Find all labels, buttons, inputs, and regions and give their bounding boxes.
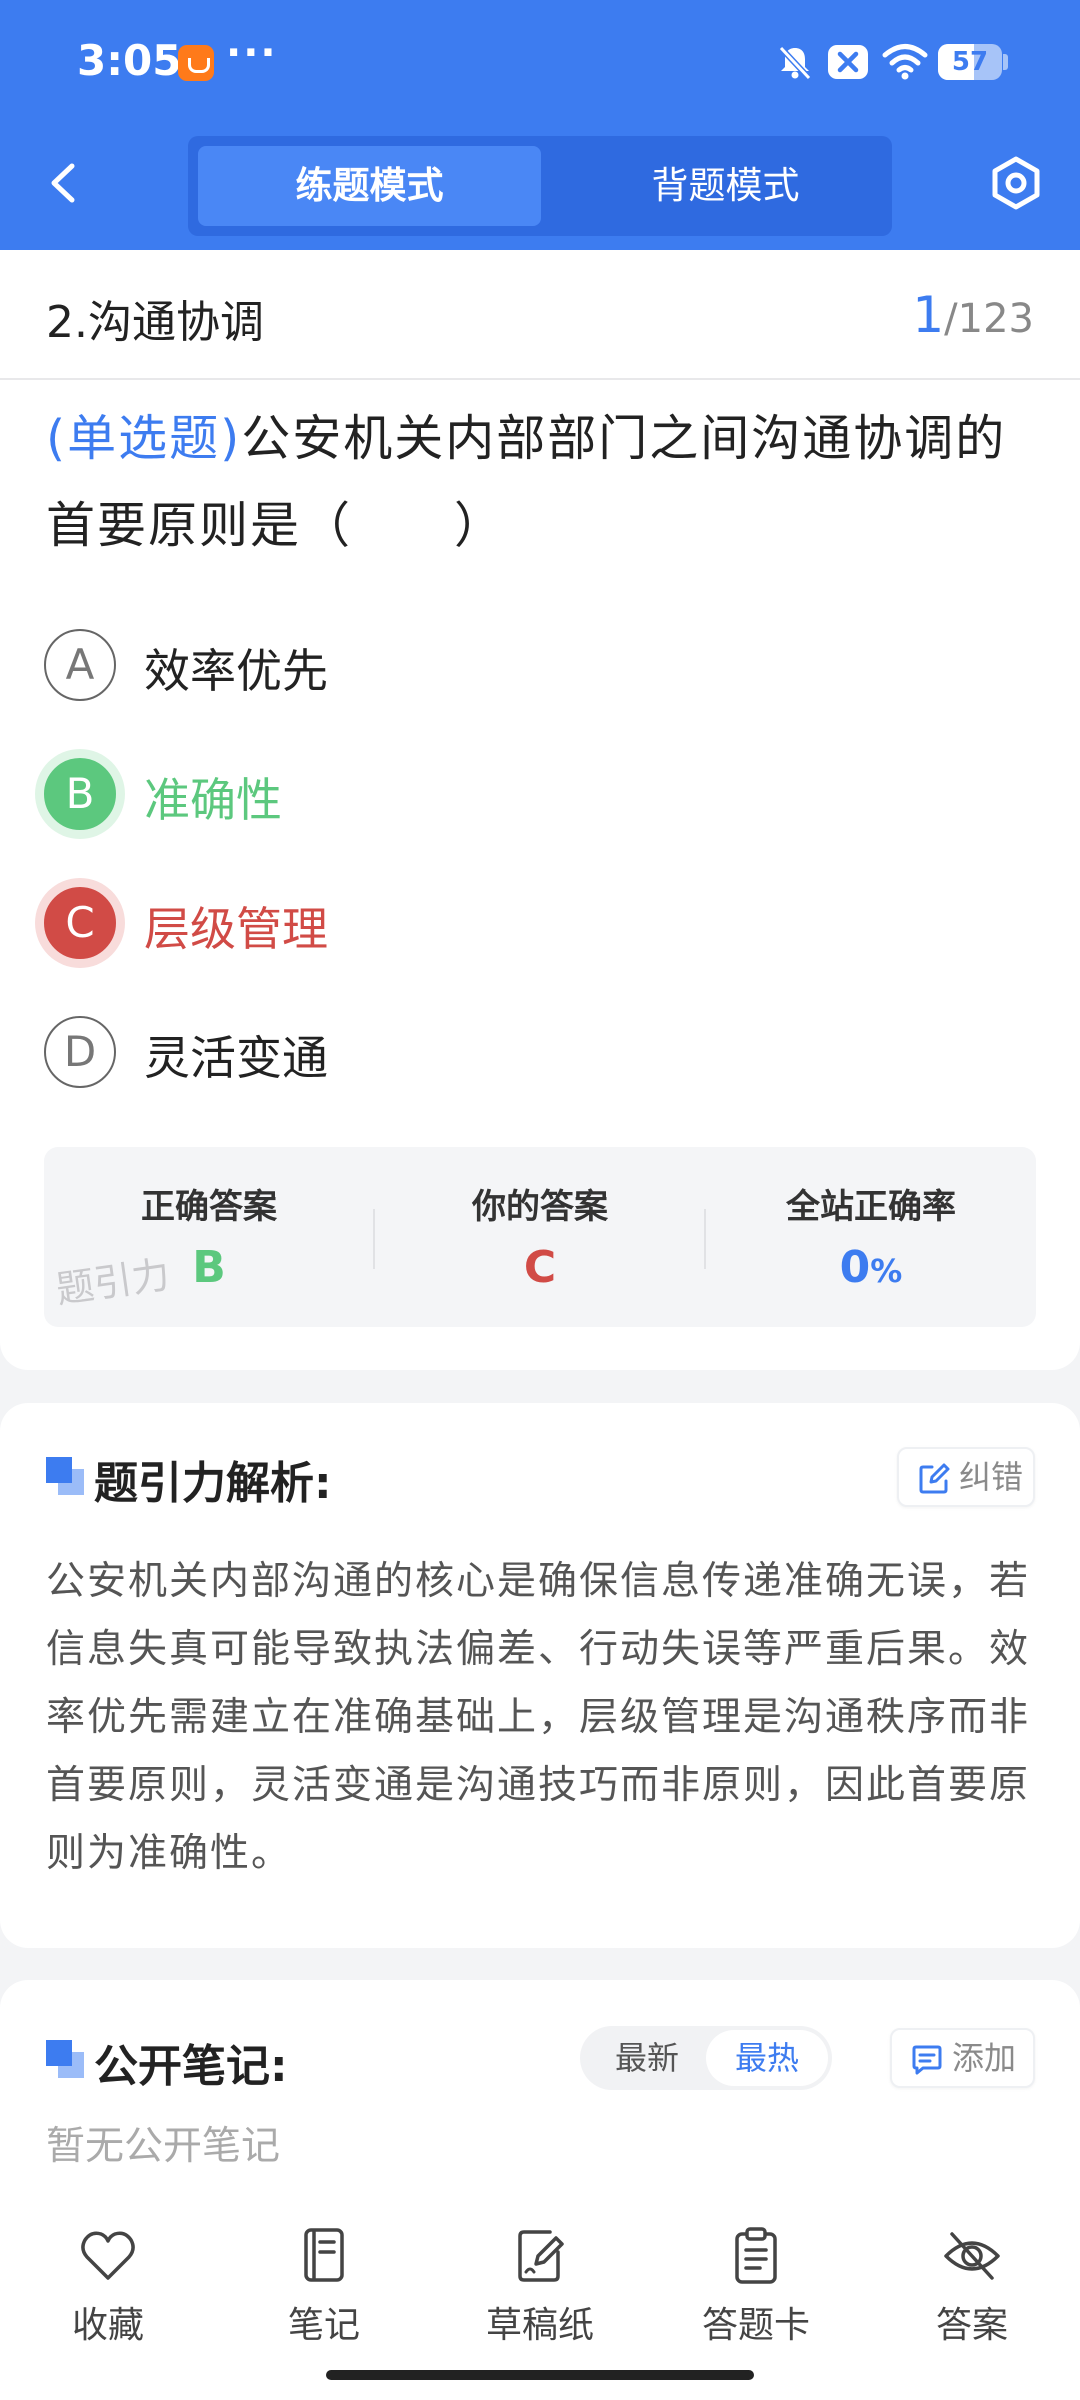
notes-sort-switch: 最新 最热 [580, 2026, 832, 2090]
mute-bell-icon [778, 45, 812, 81]
add-note-button[interactable]: 添加 [890, 2028, 1035, 2088]
option-c-letter: C [44, 887, 116, 959]
settings-icon[interactable] [988, 155, 1044, 211]
favorite-label: 收藏 [71, 2305, 144, 2346]
sort-latest-option[interactable]: 最新 [586, 2026, 708, 2090]
battery-icon: 57 [938, 44, 1002, 80]
battery-tip [1003, 54, 1008, 70]
wifi-icon [882, 44, 928, 80]
your-answer-column: 你的答案 C [375, 1147, 705, 1327]
site-accuracy-number: 0 [839, 1242, 871, 1293]
question-category: 2.沟通协调 [46, 297, 264, 348]
site-accuracy-label: 全站正确率 [786, 1187, 956, 1227]
option-d[interactable]: D 灵活变通 [44, 1012, 944, 1092]
notes-title: 公开笔记: [94, 2041, 288, 2092]
home-indicator[interactable] [326, 2370, 754, 2380]
option-b-text: 准确性 [144, 773, 282, 827]
option-d-text: 灵活变通 [144, 1031, 328, 1085]
correct-answer-label: 正确答案 [141, 1187, 277, 1227]
toggle-answer-label: 答案 [935, 2305, 1008, 2346]
site-accuracy-unit: % [870, 1252, 903, 1290]
answer-summary: 正确答案 B 你的答案 C 全站正确率 0% 题引力 [44, 1147, 1036, 1327]
section-square-icon [46, 2040, 84, 2078]
analysis-text: 公安机关内部沟通的核心是确保信息传递准确无误，若信息失真可能导致执法偏差、行动失… [46, 1559, 1031, 1876]
option-b[interactable]: B 准确性 [44, 754, 944, 834]
option-d-letter: D [44, 1016, 116, 1088]
app-header: 3:05 ··· 57 练题模式 背题模式 [0, 0, 1080, 250]
question-header: 2.沟通协调 1/123 [0, 250, 1080, 380]
close-box-icon [828, 45, 868, 79]
favorite-button[interactable]: 收藏 [28, 2226, 188, 2356]
sort-hot-option[interactable]: 最热 [706, 2030, 828, 2086]
question-type: (单选题) [46, 410, 242, 467]
section-square-icon [46, 1457, 84, 1495]
option-a-letter: A [44, 629, 116, 701]
shopping-app-icon [178, 45, 214, 81]
option-b-letter: B [44, 758, 116, 830]
notes-label: 笔记 [287, 2305, 360, 2346]
analysis-card: 题引力解析: 纠错 公安机关内部沟通的核心是确保信息传递准确无误，若信息失真可能… [0, 1403, 1080, 1948]
status-time: 3:05 [77, 36, 182, 85]
notes-button[interactable]: 笔记 [244, 2226, 404, 2356]
more-notifications-icon: ··· [226, 30, 278, 76]
comment-icon [912, 2045, 942, 2075]
add-note-label: 添加 [952, 2039, 1017, 2077]
question-counter[interactable]: 1/123 [912, 286, 1034, 344]
draft-icon [518, 2230, 564, 2282]
report-error-button[interactable]: 纠错 [897, 1447, 1035, 1507]
answer-sheet-button[interactable]: 答题卡 [676, 2226, 836, 2356]
empty-notes-message: 暂无公开笔记 [46, 2124, 281, 2169]
your-answer-value: C [523, 1242, 557, 1293]
total-questions: /123 [944, 296, 1034, 342]
bottom-toolbar: 收藏 笔记 草稿纸 答题卡 答案 [0, 2190, 1080, 2400]
status-bar: 3:05 ··· 57 [0, 0, 1080, 125]
notebook-icon [304, 2228, 344, 2282]
tab-practice-mode[interactable]: 练题模式 [198, 146, 541, 226]
option-c-text: 层级管理 [144, 902, 328, 956]
tab-memorize-mode[interactable]: 背题模式 [554, 146, 897, 226]
draft-paper-button[interactable]: 草稿纸 [460, 2226, 620, 2356]
question-card: 2.沟通协调 1/123 (单选题)公安机关内部部门之间沟通协调的首要原则是（ … [0, 250, 1080, 1370]
toggle-answer-button[interactable]: 答案 [892, 2226, 1052, 2356]
back-arrow-icon[interactable] [40, 158, 90, 208]
analysis-title: 题引力解析: [94, 1458, 332, 1509]
answer-sheet-label: 答题卡 [701, 2305, 810, 2346]
eye-off-icon [944, 2232, 1000, 2280]
current-question-number: 1 [912, 286, 945, 344]
option-c[interactable]: C 层级管理 [44, 883, 944, 963]
draft-paper-label: 草稿纸 [485, 2305, 594, 2346]
edit-icon [919, 1463, 950, 1494]
site-accuracy-value: 0% [706, 1242, 1036, 1293]
option-a-text: 效率优先 [144, 644, 328, 698]
your-answer-label: 你的答案 [472, 1187, 608, 1227]
report-error-label: 纠错 [959, 1458, 1024, 1496]
battery-level: 57 [951, 47, 989, 77]
heart-icon [81, 2231, 135, 2280]
site-accuracy-column: 全站正确率 0% [706, 1147, 1036, 1327]
option-a[interactable]: A 效率优先 [44, 625, 944, 705]
clipboard-icon [735, 2227, 777, 2284]
mode-switch: 练题模式 背题模式 [188, 136, 892, 236]
question-text: (单选题)公安机关内部部门之间沟通协调的首要原则是（ ） [46, 395, 1046, 569]
